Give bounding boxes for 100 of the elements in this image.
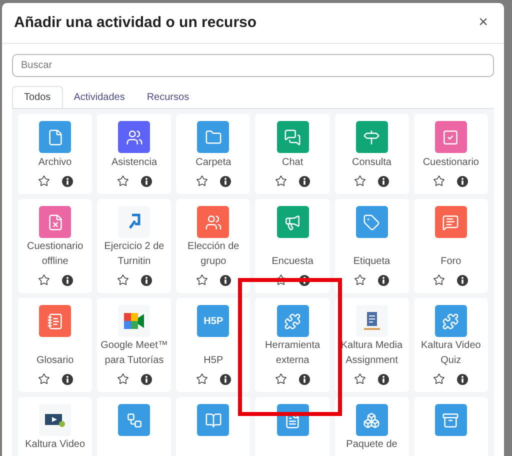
folder-icon bbox=[204, 128, 222, 146]
activity-card[interactable]: Foro bbox=[414, 199, 488, 293]
activity-card[interactable]: Kaltura Video Quiz bbox=[414, 298, 488, 392]
chat-bubbles-icon bbox=[284, 128, 302, 146]
activity-label[interactable]: Carpeta bbox=[196, 155, 232, 170]
book-icon bbox=[204, 412, 222, 428]
info-icon[interactable] bbox=[299, 176, 310, 186]
close-button[interactable]: × bbox=[478, 11, 488, 35]
star-icon[interactable] bbox=[275, 373, 288, 385]
info-icon[interactable] bbox=[457, 374, 468, 384]
activity-card[interactable]: Cuestionario bbox=[414, 114, 488, 194]
star-icon[interactable] bbox=[116, 274, 129, 286]
h5p-logo: H5P bbox=[204, 314, 224, 328]
info-icon[interactable] bbox=[62, 176, 73, 186]
activity-label[interactable]: Kaltura Video Quiz bbox=[414, 338, 488, 368]
info-icon[interactable] bbox=[378, 176, 390, 186]
activity-label[interactable]: Foro bbox=[440, 254, 462, 269]
activity-card[interactable]: Etiqueta bbox=[334, 199, 409, 293]
activity-label[interactable]: Google Meet™ para Tutorías bbox=[97, 338, 172, 368]
star-icon[interactable] bbox=[354, 274, 366, 286]
video-icon bbox=[45, 413, 66, 427]
info-icon[interactable] bbox=[62, 274, 73, 286]
search-field[interactable]: Buscar bbox=[12, 54, 494, 77]
activity-label[interactable]: Cuestionario bbox=[422, 155, 479, 170]
activity-label[interactable]: Chat bbox=[282, 155, 304, 170]
activity-card[interactable]: Google Meet™ para Tutorías bbox=[97, 298, 172, 392]
info-icon[interactable] bbox=[220, 176, 231, 186]
activity-card[interactable] bbox=[97, 397, 172, 456]
star-icon[interactable] bbox=[354, 175, 366, 187]
activity-label[interactable]: Ejercicio 2 de Turnitin bbox=[97, 239, 172, 269]
activity-card[interactable]: Archivo bbox=[18, 114, 92, 194]
info-icon[interactable] bbox=[378, 274, 390, 286]
star-icon[interactable] bbox=[38, 274, 50, 286]
info-icon[interactable] bbox=[140, 274, 152, 286]
info-icon[interactable] bbox=[378, 374, 390, 384]
info-icon[interactable] bbox=[457, 274, 468, 286]
info-icon[interactable] bbox=[299, 374, 310, 384]
star-icon[interactable] bbox=[275, 274, 288, 286]
activity-card[interactable] bbox=[414, 397, 488, 456]
info-icon[interactable] bbox=[140, 374, 152, 384]
activity-card[interactable]: Consulta bbox=[334, 114, 409, 194]
star-icon[interactable] bbox=[196, 274, 208, 286]
workflow-icon bbox=[126, 412, 143, 428]
activity-label[interactable]: Asistencia bbox=[111, 155, 158, 170]
boxes-icon bbox=[363, 412, 380, 428]
activity-card[interactable]: Elección de grupo bbox=[176, 199, 250, 293]
file-icon bbox=[46, 128, 64, 146]
star-icon[interactable] bbox=[196, 175, 208, 187]
activity-label[interactable]: H5P bbox=[204, 353, 224, 368]
dialog-title: Añadir una actividad o un recurso bbox=[14, 12, 257, 33]
tag-icon bbox=[363, 214, 380, 230]
activity-label[interactable]: Etiqueta bbox=[353, 254, 390, 269]
activity-card[interactable]: Kaltura Video bbox=[18, 397, 92, 456]
activity-card[interactable] bbox=[176, 397, 250, 456]
megaphone-icon bbox=[284, 214, 302, 230]
star-icon[interactable] bbox=[354, 373, 366, 385]
activity-card[interactable]: Herramienta externa bbox=[255, 298, 330, 392]
crossed-file-icon bbox=[46, 214, 64, 230]
activity-card[interactable]: Asistencia bbox=[97, 114, 172, 194]
activity-card[interactable]: H5P H5P bbox=[176, 298, 250, 392]
checkbox-icon bbox=[442, 128, 460, 146]
activity-label[interactable]: Cuestionario offline bbox=[18, 239, 92, 269]
star-icon[interactable] bbox=[433, 274, 446, 286]
activity-card[interactable]: Glosario bbox=[18, 298, 92, 392]
activity-card[interactable]: Cuestionario offline bbox=[18, 199, 92, 293]
activity-label[interactable]: Herramienta externa bbox=[255, 338, 330, 368]
activity-card[interactable]: Chat bbox=[255, 114, 330, 194]
star-icon[interactable] bbox=[433, 175, 446, 187]
activity-label[interactable]: Kaltura Video bbox=[25, 437, 85, 452]
activity-label[interactable]: Glosario bbox=[36, 353, 74, 368]
people-icon bbox=[204, 214, 222, 230]
info-icon[interactable] bbox=[220, 374, 231, 384]
activity-label[interactable]: Encuesta bbox=[272, 254, 314, 269]
puzzle-icon bbox=[442, 312, 460, 330]
info-icon[interactable] bbox=[62, 374, 73, 384]
tab[interactable]: Actividades bbox=[62, 86, 136, 108]
star-icon[interactable] bbox=[38, 373, 50, 385]
activity-label[interactable]: Consulta bbox=[352, 155, 392, 170]
tab[interactable]: Recursos bbox=[136, 86, 200, 108]
star-icon[interactable] bbox=[116, 373, 129, 385]
star-icon[interactable] bbox=[196, 373, 208, 385]
activity-card[interactable]: Ejercicio 2 de Turnitin bbox=[97, 199, 172, 293]
people-icon bbox=[126, 128, 143, 146]
activity-label[interactable]: Paquete de bbox=[346, 437, 398, 452]
document-stand-icon bbox=[362, 311, 381, 331]
tab[interactable]: Todos bbox=[12, 86, 63, 108]
info-icon[interactable] bbox=[140, 176, 152, 186]
info-icon[interactable] bbox=[457, 176, 468, 186]
archive-icon bbox=[442, 412, 460, 428]
info-icon[interactable] bbox=[220, 274, 231, 286]
star-icon[interactable] bbox=[38, 175, 50, 187]
activity-card[interactable]: Carpeta bbox=[176, 114, 250, 194]
signpost-icon bbox=[363, 128, 380, 146]
star-icon[interactable] bbox=[116, 175, 129, 187]
star-icon[interactable] bbox=[275, 175, 288, 187]
star-icon[interactable] bbox=[433, 373, 446, 385]
activity-card[interactable] bbox=[255, 397, 330, 456]
activity-label[interactable]: Elección de grupo bbox=[176, 239, 250, 269]
activity-label[interactable]: Archivo bbox=[38, 155, 72, 170]
activity-card[interactable]: Paquete de bbox=[334, 397, 409, 456]
